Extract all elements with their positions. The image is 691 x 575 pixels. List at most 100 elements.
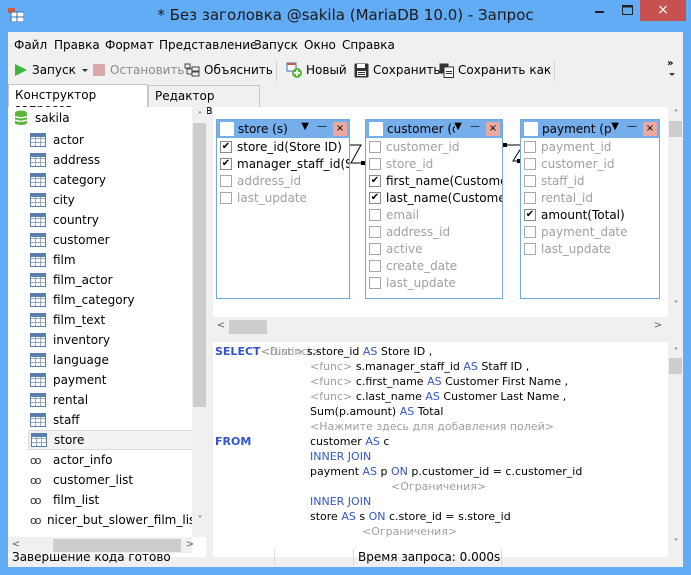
- sql-field[interactable]: <func> s.store_id AS Store ID ,: [261, 345, 432, 358]
- select-all-checkbox[interactable]: [524, 122, 538, 136]
- designer-field[interactable]: customer_id: [521, 155, 659, 172]
- tree-item-table[interactable]: actor: [28, 130, 200, 150]
- tab-query-builder[interactable]: Конструктор запросов: [8, 84, 148, 116]
- tree-item-view[interactable]: oo film_list: [28, 490, 200, 510]
- designer-field[interactable]: email: [366, 206, 502, 223]
- sql-field[interactable]: <func> s.manager_staff_id AS Staff ID ,: [310, 360, 529, 373]
- designer-field[interactable]: store_id: [366, 155, 502, 172]
- toolbar-overflow-button[interactable]: »: [667, 58, 673, 69]
- add-fields-hint[interactable]: <Нажмите здесь для добавления полей>: [310, 420, 554, 433]
- sql-vertical-scrollbar[interactable]: ˄ ˅: [668, 342, 683, 557]
- tree-item-table[interactable]: film_actor: [28, 270, 200, 290]
- menu-format[interactable]: Формат: [105, 38, 154, 52]
- save-as-button[interactable]: Сохранить как: [439, 61, 551, 79]
- scroll-up-icon[interactable]: ˄: [668, 109, 684, 120]
- designer-field[interactable]: ✔ manager_staff_id(Sta: [217, 155, 349, 172]
- designer-table-header[interactable]: store (s) ▼ — ×: [217, 120, 349, 138]
- field-checkbox[interactable]: [369, 208, 381, 221]
- designer-field[interactable]: address_id: [217, 172, 349, 189]
- designer-field[interactable]: customer_id: [366, 138, 502, 155]
- stop-button[interactable]: Остановить: [92, 61, 185, 79]
- designer-field[interactable]: address_id: [366, 223, 502, 240]
- designer-field[interactable]: payment_date: [521, 223, 659, 240]
- designer-field[interactable]: rental_id: [521, 189, 659, 206]
- toolbar-overflow-arrow-icon[interactable]: [668, 72, 676, 78]
- designer-table[interactable]: customer (c)▼ — × customer_id store_id ✔ first…: [365, 119, 503, 299]
- field-checkbox[interactable]: ✔: [220, 157, 232, 170]
- designer-table[interactable]: store (s) ▼ — × ✔ store_id(Store ID) ✔ manager_…: [216, 119, 350, 299]
- tree-item-table[interactable]: inventory: [28, 330, 200, 350]
- close-button[interactable]: ×: [640, 0, 686, 21]
- func-placeholder[interactable]: <func>: [310, 390, 352, 403]
- table-menu-icon[interactable]: ▼: [611, 121, 619, 132]
- tree-item-table[interactable]: film: [28, 250, 200, 270]
- designer-field[interactable]: create_date: [366, 257, 502, 274]
- field-checkbox[interactable]: ✔: [220, 140, 232, 153]
- tree-item-table[interactable]: rental: [28, 390, 200, 410]
- designer-field[interactable]: last_update: [521, 240, 659, 257]
- select-all-checkbox[interactable]: [369, 122, 383, 136]
- tree-item-table[interactable]: address: [28, 150, 200, 170]
- designer-field[interactable]: staff_id: [521, 172, 659, 189]
- explain-button[interactable]: Объяснить: [184, 61, 273, 79]
- field-checkbox[interactable]: [369, 225, 381, 238]
- menu-window[interactable]: Окно: [304, 38, 336, 52]
- tree-item-table[interactable]: payment: [28, 370, 200, 390]
- scroll-right-icon[interactable]: >: [650, 320, 666, 331]
- func-placeholder[interactable]: <func>: [310, 375, 352, 388]
- sql-structure-view[interactable]: SELECT<Distinct> <func> s.store_id AS St…: [213, 342, 668, 557]
- join-store[interactable]: store AS s ON c.store_id = s.store_id: [310, 510, 511, 523]
- scrollbar-thumb[interactable]: [229, 320, 267, 334]
- scroll-up-icon[interactable]: ˄: [668, 347, 684, 358]
- designer-table[interactable]: payment (p) ▼ — × payment_id customer_id staff…: [520, 119, 660, 299]
- field-checkbox[interactable]: [220, 191, 232, 204]
- field-checkbox[interactable]: [524, 191, 536, 204]
- designer-field[interactable]: ✔ amount(Total): [521, 206, 659, 223]
- field-checkbox[interactable]: [369, 140, 381, 153]
- field-checkbox[interactable]: ✔: [369, 174, 381, 187]
- tab-query-editor[interactable]: Редактор запросов: [148, 85, 260, 117]
- tree-item-table[interactable]: city: [28, 190, 200, 210]
- tree-item-view[interactable]: oo nicer_but_slower_film_list: [28, 510, 200, 530]
- run-button[interactable]: Запуск: [14, 61, 90, 79]
- field-checkbox[interactable]: [524, 157, 536, 170]
- menu-view[interactable]: Представление: [159, 38, 257, 52]
- table-menu-icon[interactable]: ▼: [301, 121, 309, 132]
- minimize-table-icon[interactable]: —: [627, 121, 637, 132]
- func-placeholder[interactable]: <func>: [261, 345, 303, 358]
- field-checkbox[interactable]: [524, 242, 536, 255]
- inner-join-keyword[interactable]: INNER JOIN: [310, 450, 371, 463]
- from-table[interactable]: customer AS c: [310, 435, 389, 448]
- field-checkbox[interactable]: [369, 242, 381, 255]
- designer-field[interactable]: ✔ store_id(Store ID): [217, 138, 349, 155]
- sql-field[interactable]: <func> c.last_name AS Customer Last Name…: [310, 390, 566, 403]
- tree-item-view[interactable]: oo actor_info: [28, 450, 200, 470]
- scrollbar-thumb[interactable]: [669, 358, 682, 374]
- tree-item-table[interactable]: store: [28, 430, 200, 450]
- field-checkbox[interactable]: [524, 140, 536, 153]
- field-checkbox[interactable]: [524, 174, 536, 187]
- tree-item-table[interactable]: staff: [28, 410, 200, 430]
- tree-root-database[interactable]: sakila: [14, 110, 70, 125]
- remove-table-icon[interactable]: ×: [643, 122, 657, 136]
- maximize-button[interactable]: [613, 0, 642, 21]
- func-placeholder[interactable]: <func>: [310, 360, 352, 373]
- constraints-hint[interactable]: <Ограничения>: [391, 480, 486, 493]
- scrollbar-thumb[interactable]: [193, 123, 206, 407]
- sql-field-agg[interactable]: Sum(p.amount) AS Total: [310, 405, 443, 418]
- tree-item-table[interactable]: film_text: [28, 310, 200, 330]
- tree-item-table[interactable]: film_category: [28, 290, 200, 310]
- designer-field[interactable]: ✔ last_name(Customer L: [366, 189, 502, 206]
- minimize-table-icon[interactable]: —: [317, 121, 327, 132]
- new-button[interactable]: Новый: [286, 61, 347, 79]
- select-all-checkbox[interactable]: [220, 122, 234, 136]
- constraints-hint[interactable]: <Ограничения>: [362, 525, 457, 538]
- tree-item-table[interactable]: country: [28, 210, 200, 230]
- field-checkbox[interactable]: [524, 225, 536, 238]
- scroll-down-icon[interactable]: ˅: [668, 300, 684, 311]
- field-checkbox[interactable]: ✔: [369, 191, 381, 204]
- designer-field[interactable]: active: [366, 240, 502, 257]
- field-checkbox[interactable]: [369, 276, 381, 289]
- table-menu-icon[interactable]: ▼: [454, 121, 462, 132]
- remove-table-icon[interactable]: ×: [486, 122, 500, 136]
